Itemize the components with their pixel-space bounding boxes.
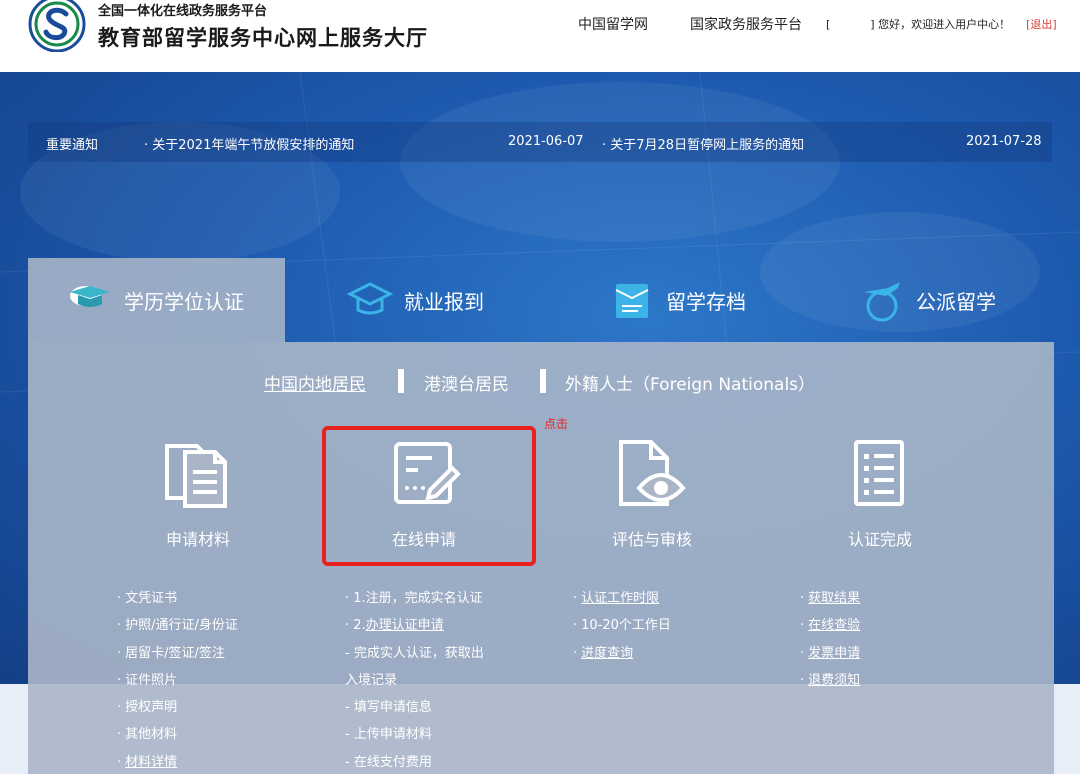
notice-bar: 重要通知 · 关于2021年端午节放假安排的通知 2021-06-07 · 关于… xyxy=(28,122,1052,162)
work-time-limit-link[interactable]: · 认证工作时限 xyxy=(573,590,671,617)
notice-date-2: 2021-07-28 xyxy=(966,134,1042,149)
airplane-globe-icon xyxy=(864,282,900,322)
file-folder-icon xyxy=(615,284,649,318)
residency-mainland[interactable]: 中国内地居民 xyxy=(264,370,366,395)
residency-separator xyxy=(540,369,546,393)
list-item: · 其他材料 xyxy=(117,727,178,743)
list-item: 入境记录 xyxy=(345,672,398,688)
list-item: · 10-20个工作日 xyxy=(573,618,671,634)
list-item: - 填写申请信息 xyxy=(345,700,432,716)
tab-label: 留学存档 xyxy=(666,289,746,314)
step-label-review[interactable]: 评估与审核 xyxy=(572,526,732,550)
refund-notice-link[interactable]: · 退费须知 xyxy=(800,672,860,699)
user-bar: [ ] 您好，欢迎进入用户中心！ [退出] xyxy=(826,16,1057,32)
graduation-cap-icon xyxy=(70,286,110,307)
list-item: · 居留卡/签证/签注 xyxy=(117,645,225,661)
residency-foreign[interactable]: 外籍人士（Foreign Nationals） xyxy=(565,370,815,395)
notice-item-1[interactable]: · 关于2021年端午节放假安排的通知 xyxy=(144,134,354,153)
list-item: - 在线支付费用 xyxy=(345,754,432,770)
online-verify-link[interactable]: · 在线查验 xyxy=(800,617,860,644)
invoice-request-link[interactable]: · 发票申请 xyxy=(800,645,860,672)
checklist-icon[interactable] xyxy=(846,438,916,510)
tab-label: 就业报到 xyxy=(404,289,484,314)
highlight-online-apply-box xyxy=(322,426,536,566)
nav-link-study-abroad[interactable]: 中国留学网 xyxy=(578,14,648,34)
documents-icon[interactable] xyxy=(163,438,233,510)
step-label-complete[interactable]: 认证完成 xyxy=(800,526,960,550)
click-note: 点击 xyxy=(544,417,569,431)
notice-date-1: 2021-06-07 xyxy=(508,134,584,149)
materials-details-link[interactable]: · 材料详情 xyxy=(117,754,238,774)
hat-icon xyxy=(346,282,394,315)
logout-link[interactable]: [退出] xyxy=(1026,16,1057,32)
progress-query-link[interactable]: · 进度查询 xyxy=(573,645,671,672)
top-header: 全国一体化在线政务服务平台 教育部留学服务中心网上服务大厅 中国留学网 国家政务… xyxy=(0,0,1080,72)
list-item: - 完成实人认证，获取出 xyxy=(345,645,484,661)
site-logo-icon[interactable] xyxy=(28,0,86,52)
materials-list: · 文凭证书 · 护照/通行证/身份证 · 居留卡/签证/签注 · 证件照片 · 授权声明… xyxy=(117,590,238,774)
list-item: · 2.办理认证申请 xyxy=(345,618,444,634)
platform-subtitle: 全国一体化在线政务服务平台 xyxy=(98,4,268,19)
list-item: · 护照/通行证/身份证 xyxy=(117,618,238,634)
review-list: · 认证工作时限 · 10-20个工作日 · 进度查询 xyxy=(573,590,671,672)
tab-label: 公派留学 xyxy=(916,289,996,314)
tab-employment-report[interactable]: 就业报到 xyxy=(346,258,484,342)
notice-label: 重要通知 xyxy=(46,138,99,153)
apply-verification-link[interactable]: 办理认证申请 xyxy=(366,618,444,633)
site-title[interactable]: 教育部留学服务中心网上服务大厅 xyxy=(98,22,428,52)
residency-separator xyxy=(398,369,404,393)
list-item: · 证件照片 xyxy=(117,672,178,688)
document-eye-icon[interactable] xyxy=(617,438,687,510)
complete-list: · 获取结果 · 在线查验 · 发票申请 · 退费须知 xyxy=(800,590,860,699)
list-item: · 授权声明 xyxy=(117,700,178,716)
tab-study-archive[interactable]: 留学存档 xyxy=(608,258,746,342)
step-label-materials[interactable]: 申请材料 xyxy=(118,526,278,550)
list-item: - 上传申请材料 xyxy=(345,727,432,743)
tab-degree-verification[interactable]: 学历学位认证 xyxy=(28,258,285,342)
list-item: · 1.注册，完成实名认证 xyxy=(345,591,483,606)
residency-hk-macao-taiwan[interactable]: 港澳台居民 xyxy=(424,370,509,395)
user-welcome: ] 您好，欢迎进入用户中心！ xyxy=(870,18,1011,31)
notice-item-2[interactable]: · 关于7月28日暂停网上服务的通知 xyxy=(602,134,804,153)
list-item: · 文凭证书 xyxy=(117,591,178,606)
get-result-link[interactable]: · 获取结果 xyxy=(800,590,860,617)
username-redacted xyxy=(830,18,869,30)
online-apply-list: · 1.注册，完成实名认证 · 2.办理认证申请 - 完成实人认证，获取出 入境… xyxy=(345,590,484,774)
tab-gov-sponsored-study[interactable]: 公派留学 xyxy=(858,258,996,342)
tab-label: 学历学位认证 xyxy=(124,289,244,314)
nav-link-gov-platform[interactable]: 国家政务服务平台 xyxy=(690,14,802,34)
